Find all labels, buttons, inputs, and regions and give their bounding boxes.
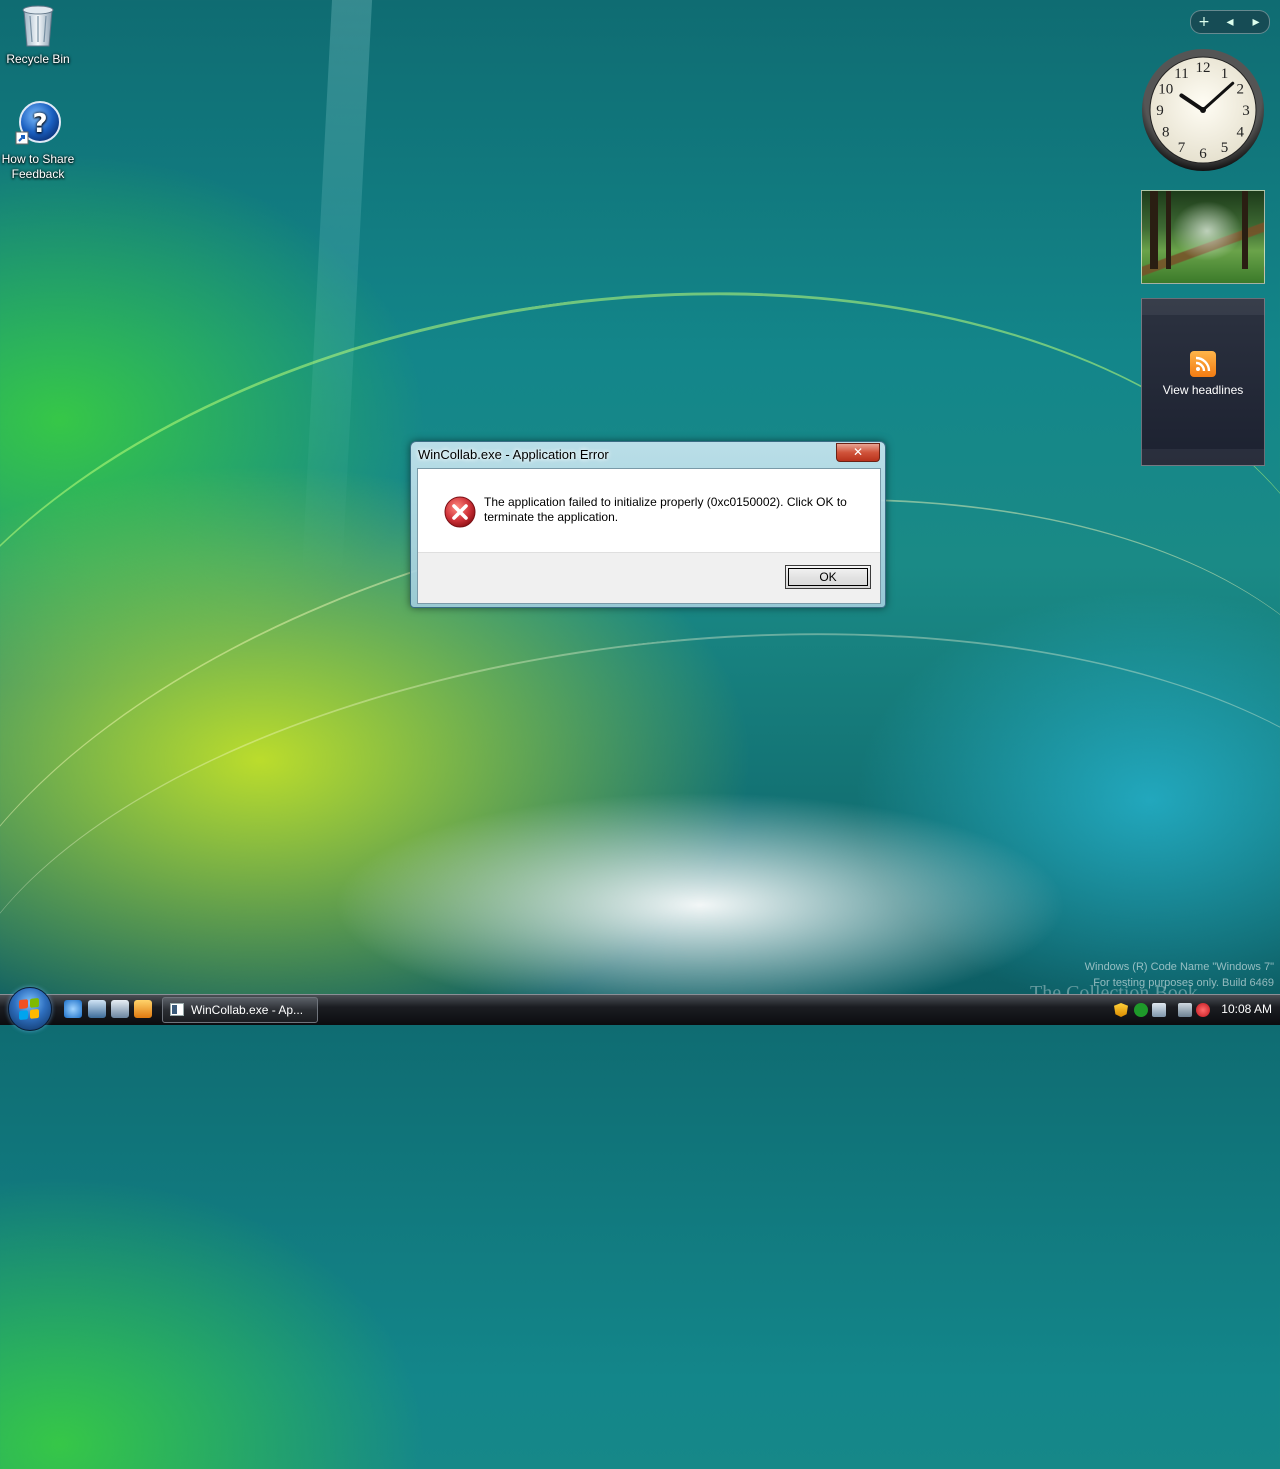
desktop-icon-recycle-bin[interactable]: Recycle Bin xyxy=(0,2,76,67)
tree-trunk xyxy=(1242,191,1248,269)
sidebar-toolbar: + ◂ ▸ xyxy=(1190,10,1270,34)
view-headlines-link[interactable]: View headlines xyxy=(1142,383,1264,397)
notification-area: 10:08 AM xyxy=(1108,995,1280,1025)
clock-numeral: 5 xyxy=(1221,140,1229,156)
taskbar-button-label: WinCollab.exe - Ap... xyxy=(191,1003,304,1017)
dialog-title: WinCollab.exe - Application Error xyxy=(418,447,609,462)
taskbar: WinCollab.exe - Ap... 10:08 AM xyxy=(0,987,1280,1031)
forest-photo-mist xyxy=(1172,201,1242,261)
display-icon[interactable] xyxy=(1178,1003,1192,1017)
watermark-line-1: Windows (R) Code Name "Windows 7" xyxy=(1084,961,1274,973)
error-message: The application failed to initialize pro… xyxy=(484,495,847,524)
svg-text:?: ? xyxy=(32,109,47,139)
clock-numeral: 10 xyxy=(1158,82,1173,98)
checkmark-icon[interactable] xyxy=(1134,1003,1148,1017)
desktop-icon-label: Recycle Bin xyxy=(6,52,70,66)
show-desktop-icon[interactable] xyxy=(88,1000,106,1018)
add-gadget-button[interactable]: + xyxy=(1194,14,1214,30)
clock-numeral: 12 xyxy=(1196,60,1211,76)
desktop-icon-share-feedback[interactable]: ? How to Share Feedback xyxy=(0,100,76,182)
clock-numeral: 2 xyxy=(1236,82,1244,98)
tree-trunk xyxy=(1150,191,1158,269)
clock-numeral: 4 xyxy=(1236,125,1244,141)
slideshow-gadget[interactable] xyxy=(1141,190,1265,284)
tree-trunk xyxy=(1166,191,1171,269)
help-question-icon: ? xyxy=(15,101,61,145)
gadget-footer xyxy=(1142,449,1264,465)
clock-numeral: 1 xyxy=(1221,66,1229,82)
previous-page-button[interactable]: ◂ xyxy=(1220,14,1240,30)
switch-windows-icon[interactable] xyxy=(111,1000,129,1018)
media-player-icon[interactable] xyxy=(134,1000,152,1018)
application-window-icon xyxy=(170,1003,184,1016)
clock-numeral: 8 xyxy=(1162,125,1170,141)
clock-numeral: 3 xyxy=(1242,103,1250,119)
volume-muted-icon[interactable] xyxy=(1196,1003,1210,1017)
next-page-button[interactable]: ▸ xyxy=(1246,14,1266,30)
recycle-bin-icon xyxy=(22,5,54,47)
ok-button[interactable]: OK xyxy=(785,565,871,589)
clock-numeral: 11 xyxy=(1174,66,1188,82)
dialog-client-area: The application failed to initialize pro… xyxy=(417,468,881,604)
clock-gadget[interactable]: 12 12 3 45678 9 1011 xyxy=(1141,48,1265,172)
windows-flag-icon xyxy=(19,997,39,1021)
close-button[interactable]: ✕ xyxy=(836,443,880,462)
taskbar-button-wincollab[interactable]: WinCollab.exe - Ap... xyxy=(162,997,318,1023)
start-button[interactable] xyxy=(8,987,52,1031)
security-shield-icon[interactable] xyxy=(1114,1003,1128,1017)
desktop-icon-label: How to Share Feedback xyxy=(1,152,75,181)
internet-explorer-icon[interactable] xyxy=(64,1000,82,1018)
clock-numeral: 6 xyxy=(1199,146,1207,162)
message-area: The application failed to initialize pro… xyxy=(418,469,880,553)
feed-headlines-gadget[interactable]: View headlines xyxy=(1141,298,1265,466)
network-icon[interactable] xyxy=(1152,1003,1166,1017)
light-streak xyxy=(0,200,1280,1303)
taskbar-clock[interactable]: 10:08 AM xyxy=(1221,1002,1272,1016)
rss-icon xyxy=(1190,351,1216,377)
application-error-dialog: WinCollab.exe - Application Error ✕ The … xyxy=(410,441,886,608)
dialog-button-area: OK xyxy=(418,552,880,603)
clock-numeral: 9 xyxy=(1156,103,1164,119)
error-icon xyxy=(444,496,476,528)
clock-numeral: 7 xyxy=(1178,140,1186,156)
light-streak xyxy=(301,0,379,581)
gadget-header xyxy=(1142,299,1264,315)
